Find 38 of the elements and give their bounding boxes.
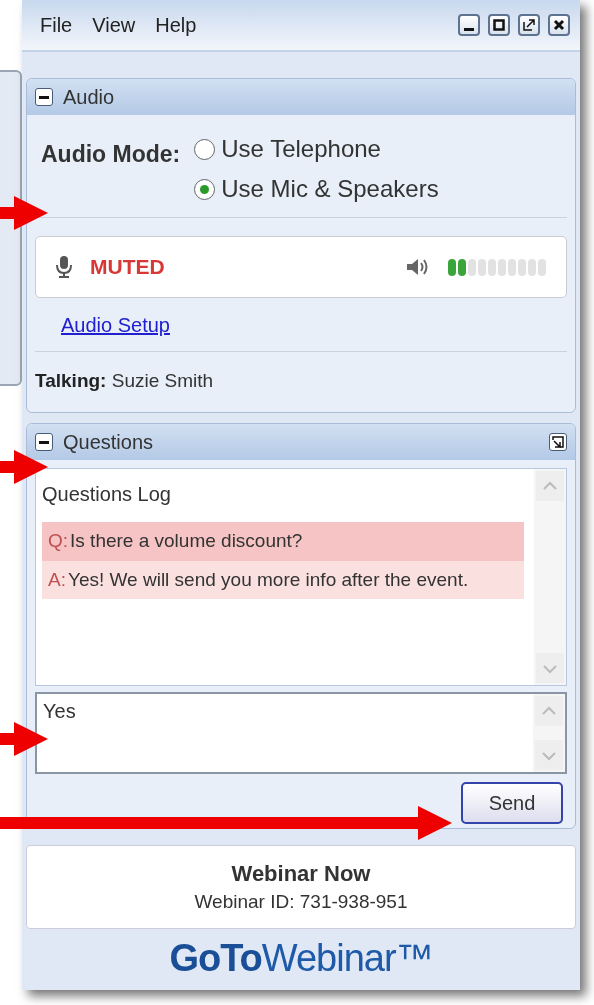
send-button[interactable]: Send <box>461 782 563 824</box>
popout-icon <box>552 436 564 448</box>
popout-button[interactable] <box>518 14 540 36</box>
menu-item[interactable]: Help <box>147 9 205 41</box>
talking-status: Talking: Suzie Smith <box>34 369 215 393</box>
muted-status: MUTED <box>90 255 166 279</box>
collapse-button[interactable] <box>35 88 53 106</box>
menu-item[interactable]: File <box>32 9 81 41</box>
menu-item[interactable]: View <box>84 9 144 41</box>
radio-option[interactable]: Use Telephone <box>194 135 439 163</box>
microphone-icon <box>56 255 72 279</box>
minimize-icon <box>464 27 474 31</box>
popout-button[interactable] <box>549 433 567 451</box>
close-icon <box>553 19 565 31</box>
popout-icon <box>523 19 535 31</box>
minus-icon <box>39 95 49 99</box>
speaker-icon <box>406 257 430 277</box>
minimize-button[interactable] <box>458 14 480 36</box>
minus-icon <box>39 440 49 444</box>
webinar-name: Webinar Now <box>231 861 371 887</box>
answer-entry: A:Yes! We will send you more info after the event. <box>42 560 524 599</box>
question-entry: Q:Is there a volume discount? <box>42 522 524 561</box>
maximize-icon <box>493 19 505 31</box>
logo: GoToWebinar™ <box>168 937 434 980</box>
log-title: Questions Log <box>42 483 172 506</box>
collapse-button[interactable] <box>35 433 53 451</box>
panel-title: Questions <box>63 430 154 454</box>
radio-option[interactable]: Use Mic & Speakers <box>194 175 439 203</box>
close-button[interactable] <box>548 14 570 36</box>
audio-setup-link[interactable]: Audio Setup <box>61 314 170 337</box>
maximize-button[interactable] <box>488 14 510 36</box>
panel-title: Audio <box>63 85 115 109</box>
arrow-icon <box>0 722 48 756</box>
webinar-id: Webinar ID: 731-938-951 <box>194 891 408 913</box>
arrow-icon <box>0 196 48 230</box>
arrow-icon <box>0 450 48 484</box>
audio-mode-label: Audio Mode: <box>41 141 181 169</box>
arrow-icon <box>0 806 452 840</box>
